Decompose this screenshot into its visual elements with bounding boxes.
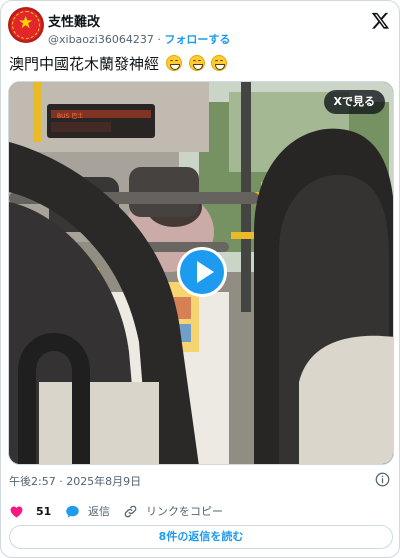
copy-link-button[interactable]: リンクをコピー [123,502,223,520]
separator-dot: · [157,33,161,46]
grinning-face-icon [211,55,228,71]
star-icon: ★ [18,13,34,33]
view-on-x-button[interactable]: Xで見る [323,90,385,114]
avatar[interactable]: ★ [8,7,44,43]
reply-bubble-icon [66,505,79,517]
author-sub-line: @xibaozi36064237 · フォローする [48,31,230,47]
author-handle[interactable]: @xibaozi36064237 [48,33,154,46]
link-icon [124,505,137,517]
copy-link-label: リンクをコピー [146,505,223,518]
play-icon[interactable] [177,247,227,297]
grinning-face-icon [188,55,205,71]
read-replies-button[interactable]: 8件の返信を読む [9,525,393,549]
reply-label: 返信 [88,505,110,518]
x-logo-icon[interactable] [371,11,390,30]
tweet-header: ★ 支性難改 @xibaozi36064237 · フォローする [8,7,394,47]
video-media[interactable]: BUS 巴士 Xで見る [8,81,394,465]
grinning-face-icon [165,55,182,71]
tweet-card: ★ 支性難改 @xibaozi36064237 · フォローする 澳門中國花木蘭… [0,0,400,558]
tweet-text: 澳門中國花木蘭發神經 [9,53,393,74]
info-icon[interactable] [375,472,390,487]
like-button[interactable]: 51 [9,502,51,520]
follow-button[interactable]: フォローする [164,33,230,46]
action-bar: 51 返信 リンクをコピー [9,502,393,520]
tweet-timestamp[interactable]: 午後2:57 · 2025年8月9日 [9,473,141,489]
heart-icon [10,506,23,517]
tweet-body: 澳門中國花木蘭發神經 [9,55,160,73]
reply-button[interactable]: 返信 [65,502,110,520]
author-display-name[interactable]: 支性難改 [48,11,100,30]
like-count: 51 [36,504,52,518]
